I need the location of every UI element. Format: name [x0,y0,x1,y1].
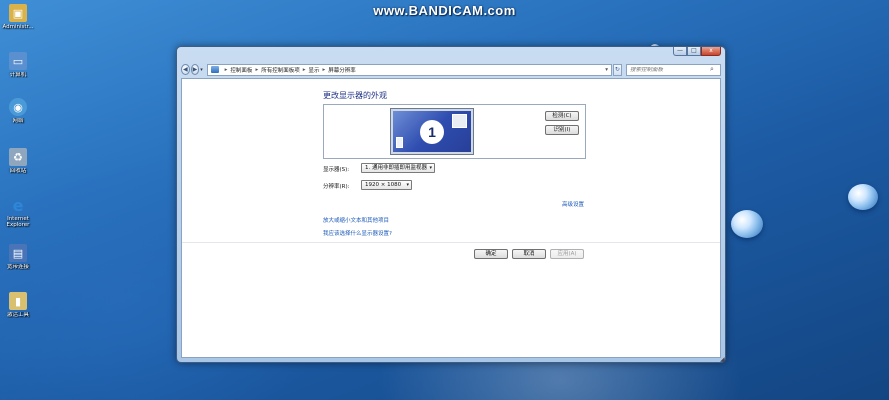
detect-button[interactable]: 检测(C) [545,111,579,121]
divider [182,242,720,243]
breadcrumb-item-control-panel[interactable]: 控制面板 [230,66,252,74]
activation-tool-icon: ▮ [9,292,27,310]
resolution-select[interactable]: 1920 × 1080 ▾ [361,180,412,190]
content-pane: 更改显示器的外观 1 检测(C) 识别(I) 显示器(S): 1. 通用非即插即… [181,78,721,358]
minimize-button[interactable]: — [673,47,687,56]
desktop-icon-recycle-bin[interactable]: ♻ 回收站 [1,148,35,174]
window-controls: — □ x [673,47,721,56]
page-title: 更改显示器的外观 [323,91,387,100]
resolution-label: 分辨率(R): [323,184,350,190]
desktop-icon-internet-explorer[interactable]: e Internet Explorer [1,195,35,229]
broadband-connection-icon: ▤ [9,244,27,262]
back-button[interactable]: ◀ [181,64,190,75]
forward-button[interactable]: ▶ [190,64,200,75]
control-panel-icon [210,66,219,73]
desktop-icon-computer[interactable]: ▭ 计算机 [1,52,35,78]
desktop-icon-label: 激活工具 [6,312,29,318]
display-select[interactable]: 1. 通用非即插即用监视器 ▾ [361,163,435,173]
search-box[interactable]: ⌕ [626,63,722,76]
resolution-select-value: 1920 × 1080 [365,182,402,188]
user-folder-icon: ▣ [9,4,27,22]
identify-button[interactable]: 识别(I) [545,125,579,135]
breadcrumb-item-screen-resolution[interactable]: 屏幕分辨率 [328,66,356,74]
desktop-icon-label: 宽带连接 [6,264,29,270]
address-bar[interactable]: ▸ 控制面板 ▸ 所有控制面板项 ▸ 显示 ▸ 屏幕分辨率 ▾ [206,63,612,76]
resize-grip-icon[interactable]: ◢ [720,357,726,363]
display-select-value: 1. 通用非即插即用监视器 [365,165,427,171]
breadcrumb-separator: ▸ [224,66,228,73]
computer-icon: ▭ [9,52,27,70]
apply-button[interactable]: 应用(A) [550,249,584,259]
navigation-toolbar: ◀ ▶ ▾ ▸ 控制面板 ▸ 所有控制面板项 ▸ 显示 ▸ 屏幕分辨率 ▾ ↻ … [181,62,722,77]
close-button[interactable]: x [701,47,721,56]
breadcrumb-item-all-items[interactable]: 所有控制面板项 [261,66,300,74]
breadcrumb-separator[interactable]: ▸ [255,67,258,73]
cancel-button[interactable]: 取消 [512,249,546,259]
desktop-icon-activation-tool[interactable]: ▮ 激活工具 [1,292,35,318]
water-droplet [848,184,878,210]
advanced-settings-link[interactable]: 高级设置 [562,200,584,208]
text-size-link[interactable]: 放大或缩小文本和其他项目 [323,216,389,224]
recent-pages-dropdown[interactable]: ▾ [200,67,204,73]
search-input[interactable] [630,66,711,73]
network-icon: ◉ [9,98,27,116]
maximize-button[interactable]: □ [687,47,701,56]
desktop-icon-label: 计算机 [9,72,27,78]
bandicam-watermark: www.BANDICAM.com [373,3,516,18]
desktop-icon-label: 网络 [12,118,24,124]
chevron-down-icon: ▾ [406,182,409,188]
search-icon[interactable]: ⌕ [710,65,720,74]
desktop-icon-network[interactable]: ◉ 网络 [1,98,35,124]
address-history-dropdown[interactable]: ▾ [603,67,611,73]
screen-resolution-window: — □ x ◀ ▶ ▾ ▸ 控制面板 ▸ 所有控制面板项 ▸ 显示 ▸ 屏幕分辨… [176,46,726,363]
internet-explorer-icon: e [12,195,24,215]
sidebar-thumbnail [396,137,403,148]
desktop-icon-label: 回收站 [9,168,27,174]
desktop-icon-label: Administr... [2,24,34,30]
breadcrumb-separator[interactable]: ▸ [323,67,326,73]
monitor-thumbnail[interactable]: 1 [390,108,474,155]
desktop-icon-broadband[interactable]: ▤ 宽带连接 [1,244,35,270]
chevron-down-icon: ▾ [429,165,432,171]
breadcrumb-item-display[interactable]: 显示 [308,66,319,74]
water-droplet [731,210,763,238]
recycle-bin-icon: ♻ [9,148,27,166]
display-label: 显示器(S): [323,167,350,173]
window-thumbnail [452,114,467,128]
refresh-icon[interactable]: ↻ [612,63,623,76]
breadcrumb-separator[interactable]: ▸ [303,67,306,73]
monitor-preview-area: 1 检测(C) 识别(I) [323,104,586,159]
desktop-icon-label: Internet Explorer [6,216,30,228]
which-settings-link[interactable]: 我应该选择什么显示器设置? [323,229,392,237]
ok-button[interactable]: 确定 [474,249,508,259]
monitor-number: 1 [420,120,444,144]
desktop-icon-administrator[interactable]: ▣ Administr... [1,4,35,30]
